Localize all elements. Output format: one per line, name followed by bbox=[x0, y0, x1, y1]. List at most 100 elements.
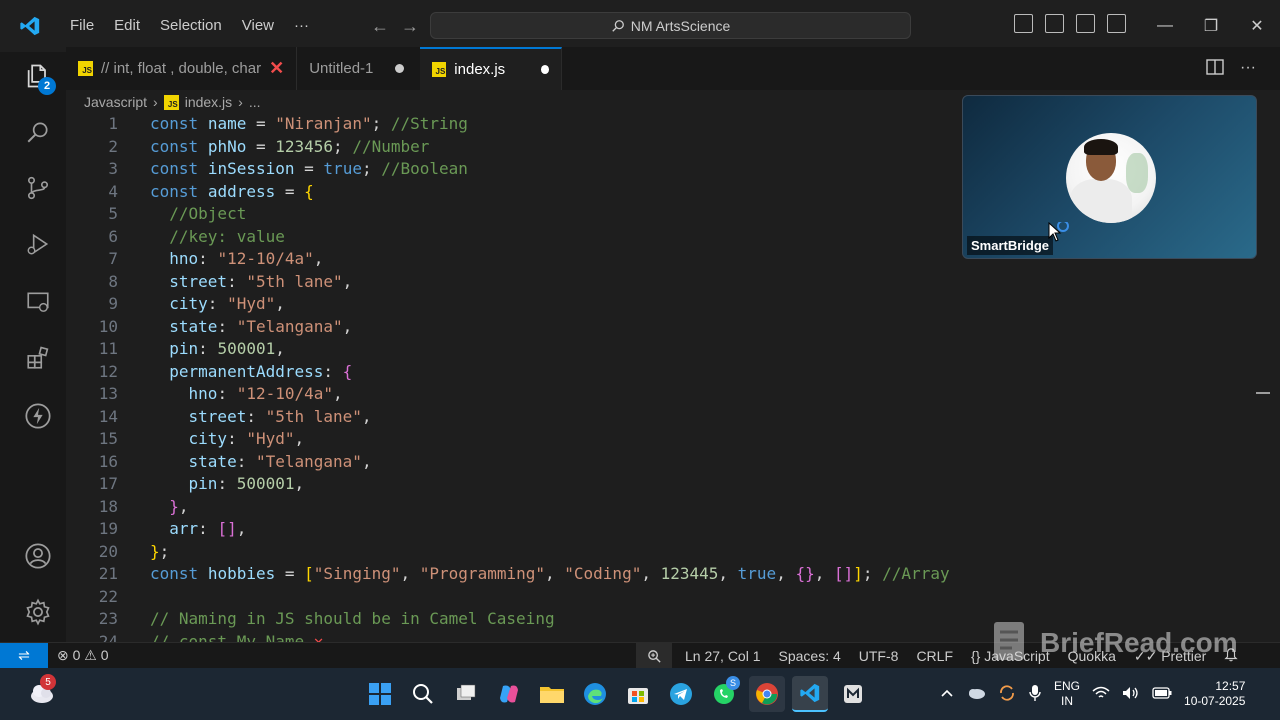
search-icon bbox=[611, 19, 624, 32]
sync-icon[interactable] bbox=[998, 684, 1016, 705]
tab-label: // int, float , double, char bbox=[101, 60, 262, 77]
problems-indicator[interactable]: ⊗ 0 ⚠ 0 bbox=[48, 647, 118, 664]
microphone-icon[interactable] bbox=[1028, 684, 1042, 705]
menu-bar: File Edit Selection View ··· bbox=[60, 0, 319, 52]
tab-label: index.js bbox=[454, 61, 506, 78]
code-line: 11 pin: 500001, bbox=[98, 339, 285, 358]
js-file-icon: JS bbox=[432, 62, 447, 77]
toggle-secondary-sidebar-icon[interactable] bbox=[1107, 14, 1126, 33]
unsaved-dot-icon[interactable] bbox=[395, 64, 405, 73]
code-line: 9 city: "Hyd", bbox=[108, 294, 285, 313]
weather-widget-icon[interactable]: 5 bbox=[28, 674, 56, 709]
code-line: 13 hno: "12-10/4a", bbox=[98, 384, 343, 403]
app-icon[interactable] bbox=[835, 676, 871, 712]
wifi-icon[interactable] bbox=[1092, 686, 1110, 703]
account-icon[interactable] bbox=[22, 540, 54, 572]
code-line: 10 state: "Telangana", bbox=[98, 316, 353, 336]
restore-button[interactable]: ❐ bbox=[1188, 0, 1234, 52]
menu-view[interactable]: View bbox=[232, 0, 284, 52]
run-debug-icon[interactable] bbox=[22, 228, 54, 260]
back-arrow-icon[interactable]: ← bbox=[371, 16, 389, 37]
code-line: 8 street: "5th lane", bbox=[108, 271, 353, 291]
vscode-logo-icon bbox=[0, 0, 60, 52]
zoom-icon[interactable] bbox=[636, 643, 672, 669]
layout-controls bbox=[1014, 14, 1126, 33]
split-editor-icon[interactable] bbox=[1206, 59, 1224, 80]
vscode-taskbar-icon[interactable] bbox=[792, 676, 828, 712]
search-icon[interactable] bbox=[22, 116, 54, 148]
command-center[interactable]: NM ArtsScience bbox=[430, 12, 911, 39]
windows-taskbar: 5 S ENG IN 12:57 10-07-2025 bbox=[0, 668, 1280, 720]
encoding[interactable]: UTF-8 bbox=[850, 648, 908, 664]
breadcrumb-folder[interactable]: Javascript bbox=[84, 94, 147, 110]
remote-indicator[interactable]: ⇌ bbox=[0, 642, 48, 669]
code-line: 22 bbox=[98, 586, 118, 606]
code-line: 16 state: "Telangana", bbox=[98, 451, 372, 471]
activity-bar: 2 bbox=[0, 52, 66, 642]
unsaved-dot-icon[interactable] bbox=[541, 65, 550, 74]
close-button[interactable]: ✕ bbox=[1234, 0, 1280, 52]
copilot-icon[interactable] bbox=[491, 676, 527, 712]
onedrive-icon[interactable] bbox=[966, 685, 986, 704]
breadcrumb: Javascript › JS index.js › ... bbox=[84, 92, 261, 112]
clock[interactable]: 12:57 10-07-2025 bbox=[1184, 679, 1245, 709]
start-menu-icon[interactable] bbox=[362, 676, 398, 712]
minimize-button[interactable]: — bbox=[1142, 0, 1188, 52]
telegram-icon[interactable] bbox=[663, 676, 699, 712]
cursor-position[interactable]: Ln 27, Col 1 bbox=[676, 648, 770, 664]
briefread-watermark: BriefRead.com bbox=[990, 620, 1238, 666]
document-icon bbox=[994, 622, 1024, 660]
chrome-icon[interactable] bbox=[749, 676, 785, 712]
code-line: 17 pin: 500001, bbox=[98, 474, 305, 493]
input-language[interactable]: ENG IN bbox=[1054, 679, 1080, 709]
whatsapp-icon[interactable]: S bbox=[706, 676, 742, 712]
mouse-cursor-icon bbox=[1048, 220, 1070, 247]
show-hidden-icons-icon[interactable] bbox=[940, 687, 954, 701]
code-line: 19 arr: [], bbox=[98, 519, 247, 538]
file-explorer-icon[interactable] bbox=[534, 676, 570, 712]
menu-selection[interactable]: Selection bbox=[150, 0, 232, 52]
volume-icon[interactable] bbox=[1122, 686, 1140, 703]
customize-layout-icon[interactable] bbox=[1014, 14, 1033, 33]
microsoft-store-icon[interactable] bbox=[620, 676, 656, 712]
nav-arrows: ← → bbox=[371, 16, 419, 37]
js-file-icon: JS bbox=[163, 94, 179, 110]
tab-untitled-1[interactable]: Untitled-1 bbox=[297, 47, 416, 90]
battery-icon[interactable] bbox=[1152, 686, 1172, 702]
taskbar-search-icon[interactable] bbox=[405, 676, 441, 712]
breadcrumb-separator: › bbox=[238, 94, 243, 110]
code-line: 18 }, bbox=[98, 496, 189, 516]
code-line: 14 street: "5th lane", bbox=[98, 406, 372, 426]
more-actions-icon[interactable]: ··· bbox=[1240, 59, 1256, 80]
quokka-bolt-icon[interactable] bbox=[22, 400, 54, 432]
menu-edit[interactable]: Edit bbox=[104, 0, 150, 52]
breadcrumb-more[interactable]: ... bbox=[249, 94, 261, 110]
weather-badge: 5 bbox=[40, 674, 56, 690]
toggle-panel-icon[interactable] bbox=[1076, 14, 1095, 33]
edge-browser-icon[interactable] bbox=[577, 676, 613, 712]
toggle-primary-sidebar-icon[interactable] bbox=[1045, 14, 1064, 33]
forward-arrow-icon[interactable]: → bbox=[401, 16, 419, 37]
code-line: 12 permanentAddress: { bbox=[98, 361, 353, 381]
command-center-label: NM ArtsScience bbox=[630, 17, 731, 34]
taskbar-apps: S bbox=[362, 676, 871, 712]
tab-close-icon[interactable]: ✕ bbox=[269, 58, 284, 79]
menu-file[interactable]: File bbox=[60, 0, 104, 52]
remote-explorer-icon[interactable] bbox=[22, 286, 54, 318]
indentation[interactable]: Spaces: 4 bbox=[770, 648, 850, 664]
scrollbar-marker[interactable] bbox=[1256, 392, 1270, 394]
webcam-overlay: SmartBridge bbox=[962, 95, 1257, 259]
tab-bar: JS // int, float , double, char ✕ Untitl… bbox=[66, 47, 1280, 90]
extensions-icon[interactable] bbox=[22, 342, 54, 374]
tab-index-js[interactable]: JS index.js bbox=[420, 47, 563, 90]
breadcrumb-file[interactable]: index.js bbox=[185, 94, 232, 110]
code-line: 20}; bbox=[98, 541, 170, 561]
settings-gear-icon[interactable] bbox=[22, 596, 54, 628]
source-control-icon[interactable] bbox=[22, 172, 54, 204]
menu-more[interactable]: ··· bbox=[284, 0, 319, 52]
task-view-icon[interactable] bbox=[448, 676, 484, 712]
tab-int-float[interactable]: JS // int, float , double, char ✕ bbox=[66, 47, 298, 90]
breadcrumb-separator: › bbox=[153, 94, 158, 110]
line-ending[interactable]: CRLF bbox=[907, 648, 962, 664]
code-line: 21 const hobbies = ["Singing", "Programmi… bbox=[98, 564, 950, 583]
